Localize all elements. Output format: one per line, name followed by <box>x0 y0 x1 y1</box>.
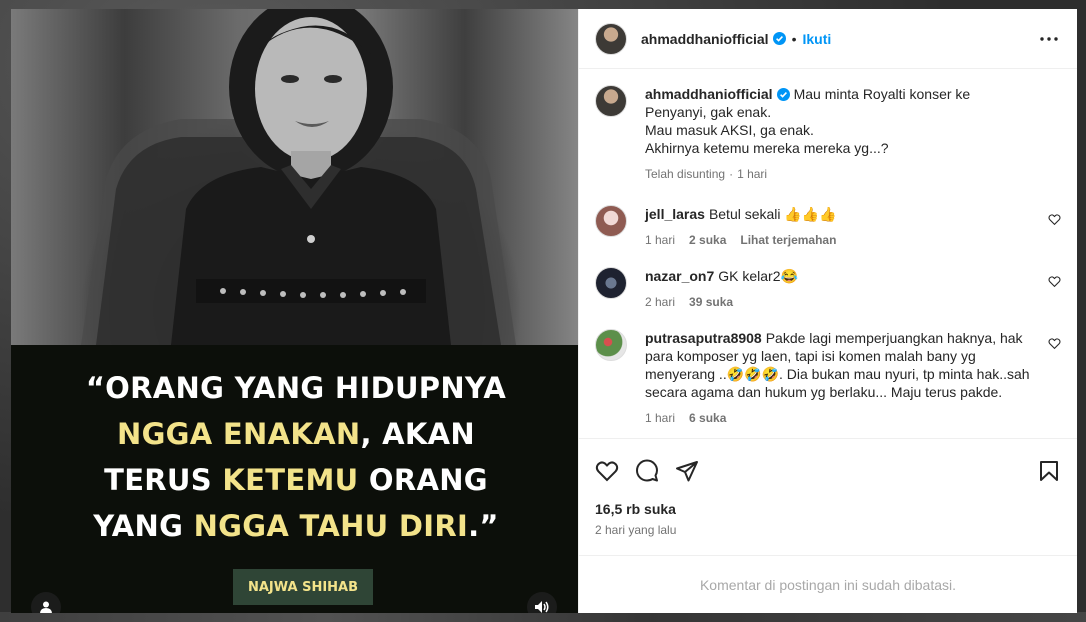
avatar[interactable] <box>595 85 627 117</box>
sound-icon <box>535 601 549 613</box>
comments-limited-notice: Komentar di postingan ini sudah dibatasi… <box>579 555 1077 613</box>
comment-username[interactable]: putrasaputra8908 <box>645 330 762 346</box>
post-time: 2 hari yang lalu <box>595 523 677 537</box>
quote-highlight: NGGA ENAKAN <box>117 417 361 451</box>
quote-line: TERUS <box>104 463 223 497</box>
author-username[interactable]: ahmaddhaniofficial <box>641 31 769 47</box>
quote-panel: “ORANG YANG HIDUPNYA NGGA ENAKAN, AKAN T… <box>11 345 578 613</box>
comment-username[interactable]: nazar_on7 <box>645 268 714 284</box>
follow-button[interactable]: Ikuti <box>802 31 831 47</box>
caption-time: 1 hari <box>737 167 768 181</box>
comment-time: 2 hari <box>645 295 676 309</box>
separator-dot: · <box>729 167 734 181</box>
likes-count[interactable]: 16,5 rb suka <box>595 501 1061 517</box>
heart-icon[interactable] <box>1048 213 1061 226</box>
more-options-button[interactable] <box>1037 27 1061 51</box>
quote-author: NAJWA SHIHAB <box>233 569 373 605</box>
avatar[interactable] <box>595 22 627 55</box>
avatar[interactable] <box>595 267 627 299</box>
quote-highlight: NGGA TAHU DIRI <box>193 509 469 543</box>
verified-badge-icon <box>776 88 790 101</box>
comments-list[interactable]: ahmaddhaniofficial Mau minta Royalti kons… <box>579 69 1077 439</box>
comment-item: nazar_on7 GK kelar2😂 2 hari 39 suka <box>595 267 1061 311</box>
quote-highlight: KETEMU <box>222 463 359 497</box>
share-button[interactable] <box>675 459 699 483</box>
quote-text: “ORANG YANG HIDUPNYA NGGA ENAKAN, AKAN T… <box>51 365 541 549</box>
avatar[interactable] <box>595 205 627 237</box>
comment-icon <box>636 459 658 482</box>
quote-line: YANG <box>93 509 194 543</box>
post-actions: 16,5 rb suka 2 hari yang lalu <box>579 439 1077 537</box>
quote-line: , AKAN <box>360 417 475 451</box>
share-icon <box>676 461 698 482</box>
edited-label: Telah disunting <box>645 167 726 181</box>
post-side-panel: ahmaddhaniofficial • Ikuti ahmaddhanioff… <box>578 9 1077 613</box>
heart-icon <box>595 461 619 482</box>
post-modal: “ORANG YANG HIDUPNYA NGGA ENAKAN, AKAN T… <box>11 9 1077 613</box>
heart-icon[interactable] <box>1048 275 1061 288</box>
verified-badge-icon <box>772 32 786 45</box>
post-caption: ahmaddhaniofficial Mau minta Royalti kons… <box>595 85 1061 183</box>
quote-line: “ORANG YANG HIDUPNYA <box>85 371 507 405</box>
comment-time: 1 hari <box>645 411 676 425</box>
avatar[interactable] <box>595 329 627 361</box>
heart-icon[interactable] <box>1048 337 1061 350</box>
see-translation-link[interactable]: Lihat terjemahan <box>740 231 836 249</box>
comment-likes[interactable]: 2 suka <box>689 231 726 249</box>
like-button[interactable] <box>595 459 619 483</box>
quote-line: ORANG <box>358 463 488 497</box>
comment-item: jell_laras Betul sekali 👍👍👍 1 hari 2 suka… <box>595 205 1061 249</box>
save-button[interactable] <box>1037 459 1061 483</box>
comment-text: GK kelar2😂 <box>718 268 798 284</box>
more-icon <box>1040 36 1058 41</box>
quote-line: .” <box>468 509 499 543</box>
bookmark-icon <box>1040 461 1058 481</box>
separator-dot: • <box>791 30 797 47</box>
comment-likes[interactable]: 39 suka <box>689 293 733 311</box>
comment-text: Betul sekali 👍👍👍 <box>708 206 837 222</box>
backdrop-strip <box>0 612 1086 622</box>
comment-username[interactable]: jell_laras <box>645 206 705 222</box>
comment-time: 1 hari <box>645 233 676 247</box>
comment-item: putrasaputra8908 Pakde lagi memperjuangka… <box>595 329 1061 427</box>
caption-username[interactable]: ahmaddhaniofficial <box>645 86 773 102</box>
post-media[interactable]: “ORANG YANG HIDUPNYA NGGA ENAKAN, AKAN T… <box>11 9 578 613</box>
comment-likes[interactable]: 6 suka <box>689 409 726 427</box>
comment-button[interactable] <box>635 459 659 483</box>
user-tag-icon <box>40 601 52 613</box>
post-photo <box>11 9 578 345</box>
post-header: ahmaddhaniofficial • Ikuti <box>579 9 1077 69</box>
